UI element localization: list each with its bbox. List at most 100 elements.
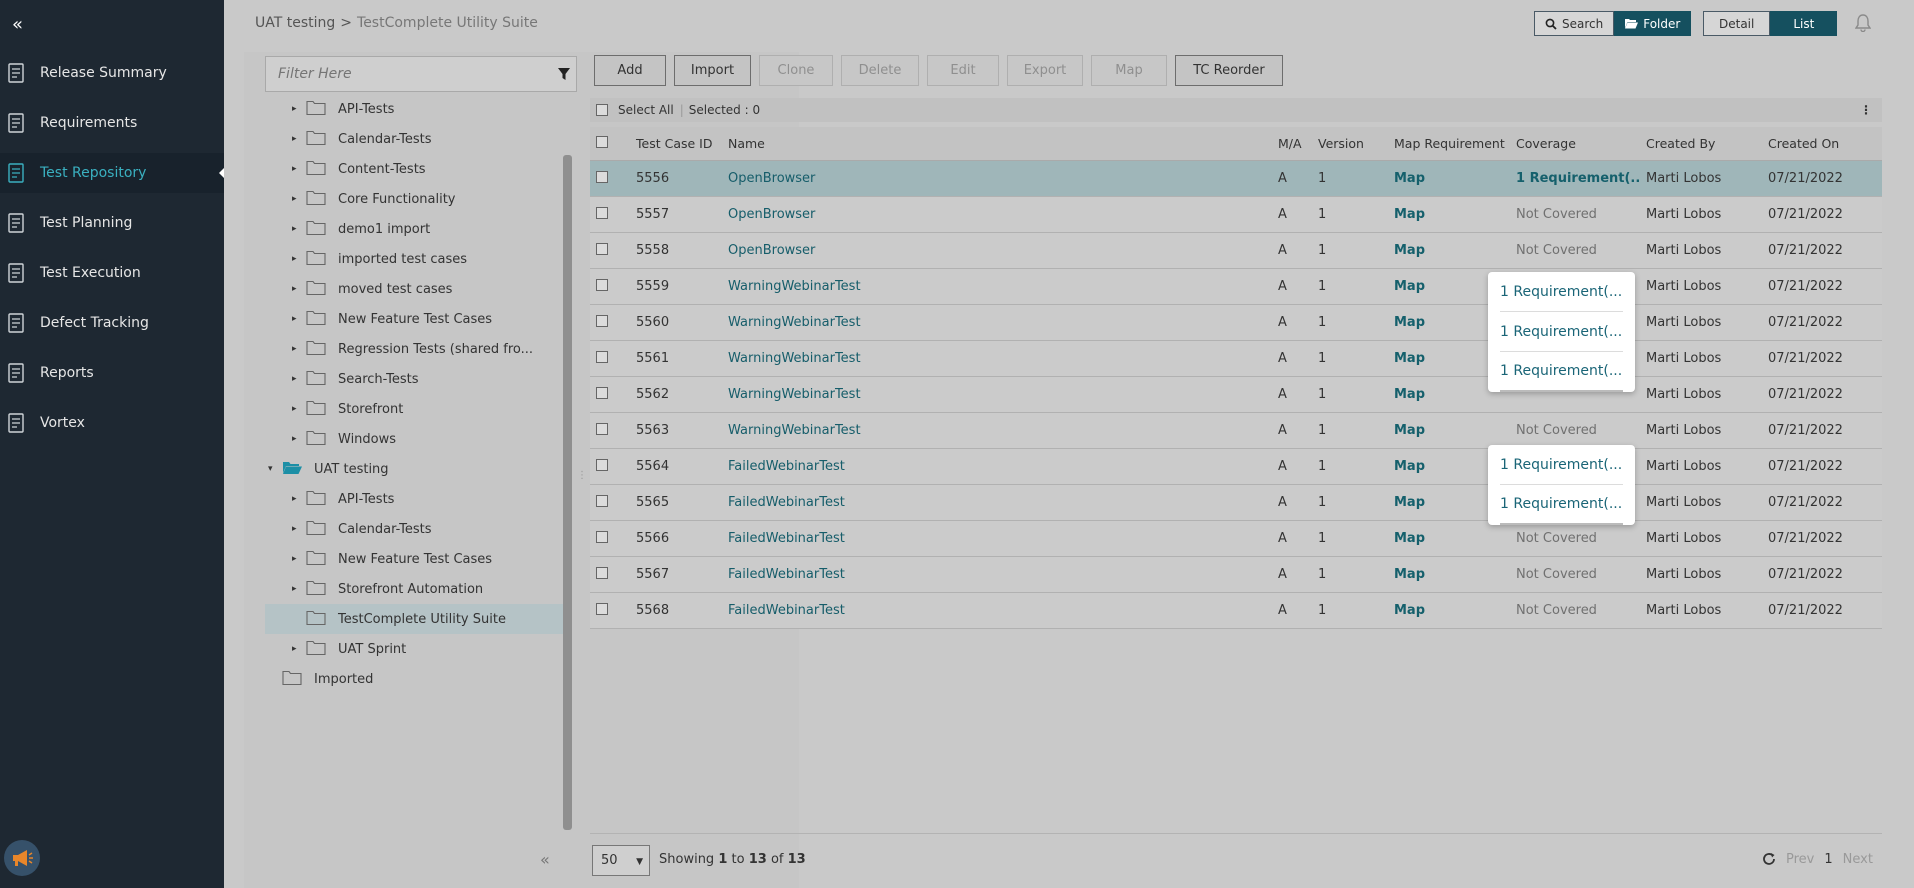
cell-name-link[interactable]: FailedWebinarTest <box>720 531 1272 546</box>
tree-node[interactable]: ▸ Calendar-Tests <box>292 124 562 154</box>
double-chevron-left-icon[interactable]: « <box>12 14 23 35</box>
caret-right-icon[interactable]: ▸ <box>292 584 306 594</box>
clone-button[interactable]: Clone <box>759 55 833 86</box>
caret-right-icon[interactable]: ▸ <box>292 524 306 534</box>
cell-name-link[interactable]: FailedWebinarTest <box>720 603 1272 618</box>
coverage-popup-item[interactable]: 1 Requirement(... <box>1500 352 1623 392</box>
row-checkbox[interactable] <box>596 350 608 363</box>
sidebar-item-defect-tracking[interactable]: Defect Tracking <box>0 303 224 343</box>
sidebar-item-test-execution[interactable]: Test Execution <box>0 253 224 293</box>
folder-button[interactable]: Folder <box>1614 11 1692 36</box>
caret-right-icon[interactable]: ▸ <box>292 314 306 324</box>
cell-name-link[interactable]: WarningWebinarTest <box>720 351 1272 366</box>
row-checkbox[interactable] <box>596 494 608 507</box>
caret-right-icon[interactable]: ▸ <box>292 194 306 204</box>
row-checkbox[interactable] <box>596 278 608 291</box>
table-row[interactable]: 5564 FailedWebinarTest A 1 Map Marti Lobos 07/… <box>590 449 1882 485</box>
cell-map-link[interactable]: Map <box>1388 243 1510 258</box>
caret-right-icon[interactable]: ▸ <box>292 284 306 294</box>
cell-map-link[interactable]: Map <box>1388 567 1510 582</box>
caret-down-icon[interactable]: ▾ <box>268 464 282 474</box>
breadcrumb-parent[interactable]: UAT testing <box>255 15 335 31</box>
sidebar-item-release-summary[interactable]: Release Summary <box>0 53 224 93</box>
sidebar-item-vortex[interactable]: Vortex <box>0 403 224 443</box>
caret-right-icon[interactable]: ▸ <box>292 134 306 144</box>
tree-node[interactable]: ▸ moved test cases <box>292 274 562 304</box>
tree-node[interactable]: ▸ API-Tests <box>292 484 562 514</box>
cell-name-link[interactable]: WarningWebinarTest <box>720 387 1272 402</box>
caret-right-icon[interactable]: ▸ <box>292 434 306 444</box>
edit-button[interactable]: Edit <box>927 55 999 86</box>
table-row[interactable]: 5559 WarningWebinarTest A 1 Map Marti Lobos 07… <box>590 269 1882 305</box>
tree-node[interactable]: ▸ demo1 import <box>292 214 562 244</box>
caret-right-icon[interactable]: ▸ <box>292 374 306 384</box>
row-checkbox[interactable] <box>596 530 608 543</box>
current-page[interactable]: 1 <box>1824 852 1832 870</box>
table-row[interactable]: 5561 WarningWebinarTest A 1 Map Marti Lobos 07… <box>590 341 1882 377</box>
row-checkbox[interactable] <box>596 422 608 435</box>
tree-node[interactable]: ▸ Core Functionality <box>292 184 562 214</box>
row-checkbox[interactable] <box>596 314 608 327</box>
refresh-icon[interactable] <box>1762 852 1776 870</box>
table-row[interactable]: 5565 FailedWebinarTest A 1 Map Marti Lobos 07/… <box>590 485 1882 521</box>
tree-node[interactable]: ▸ API-Tests <box>292 94 562 124</box>
import-button[interactable]: Import <box>674 55 751 86</box>
prev-page-button[interactable]: Prev <box>1786 852 1814 870</box>
tree-node[interactable]: ▾ UAT testing <box>268 454 538 484</box>
cell-name-link[interactable]: OpenBrowser <box>720 207 1272 222</box>
row-checkbox[interactable] <box>596 242 608 255</box>
sidebar-item-reports[interactable]: Reports <box>0 353 224 393</box>
table-row[interactable]: 5566 FailedWebinarTest A 1 Map Not Covered Mar… <box>590 521 1882 557</box>
row-checkbox[interactable] <box>596 170 608 183</box>
tree-node[interactable]: ▸ Storefront <box>292 394 562 424</box>
next-page-button[interactable]: Next <box>1843 852 1873 870</box>
caret-right-icon[interactable]: ▸ <box>292 494 306 504</box>
column-header-ma[interactable]: M/A <box>1272 136 1312 151</box>
sidebar-item-test-repository[interactable]: Test Repository <box>0 153 225 193</box>
tree-node[interactable]: ▸ Storefront Automation <box>292 574 562 604</box>
tree-node[interactable]: ▸ imported test cases <box>292 244 562 274</box>
delete-button[interactable]: Delete <box>841 55 919 86</box>
coverage-popup-item[interactable]: 1 Requirement(... <box>1500 312 1623 352</box>
tree-node[interactable]: ▸ Content-Tests <box>292 154 562 184</box>
filter-icon[interactable] <box>558 68 570 84</box>
map-button[interactable]: Map <box>1091 55 1167 86</box>
coverage-popup-item[interactable]: 1 Requirement(... <box>1500 445 1623 485</box>
tree-filter-input[interactable] <box>266 57 536 91</box>
list-view-button[interactable]: List <box>1770 11 1838 36</box>
tree-node[interactable]: ▸ Windows <box>292 424 562 454</box>
cell-name-link[interactable]: WarningWebinarTest <box>720 315 1272 330</box>
table-row[interactable]: 5563 WarningWebinarTest A 1 Map Not Covered Ma… <box>590 413 1882 449</box>
tree-node[interactable]: TestComplete Utility Suite <box>265 604 563 634</box>
search-button[interactable]: Search <box>1534 11 1615 36</box>
cell-map-link[interactable]: Map <box>1388 171 1510 186</box>
table-row[interactable]: 5568 FailedWebinarTest A 1 Map Not Covered Mar… <box>590 593 1882 629</box>
coverage-popup-item[interactable]: 1 Requirement(... <box>1500 272 1623 312</box>
more-options-icon[interactable]: ⋮ <box>1860 103 1872 117</box>
table-row[interactable]: 5556 OpenBrowser A 1 Map 1 Requirement(... Mar… <box>590 161 1882 197</box>
column-header-coverage[interactable]: Coverage <box>1510 136 1640 151</box>
caret-right-icon[interactable]: ▸ <box>292 164 306 174</box>
column-header-created-by[interactable]: Created By <box>1640 136 1762 151</box>
tree-node[interactable]: ▸ Regression Tests (shared fro... <box>292 334 562 364</box>
caret-right-icon[interactable]: ▸ <box>292 554 306 564</box>
table-row[interactable]: 5567 FailedWebinarTest A 1 Map Not Covered Mar… <box>590 557 1882 593</box>
bell-icon[interactable] <box>1854 14 1872 36</box>
tree-node[interactable]: ▸ Calendar-Tests <box>292 514 562 544</box>
tree-scrollbar[interactable] <box>563 155 572 830</box>
cell-name-link[interactable]: FailedWebinarTest <box>720 567 1272 582</box>
tc-reorder-button[interactable]: TC Reorder <box>1175 55 1283 86</box>
tree-node[interactable]: Imported <box>268 664 538 694</box>
column-header-version[interactable]: Version <box>1312 136 1388 151</box>
column-header-created-on[interactable]: Created On <box>1762 136 1872 151</box>
sidebar-item-test-planning[interactable]: Test Planning <box>0 203 224 243</box>
column-header-name[interactable]: Name <box>720 136 1272 151</box>
cell-name-link[interactable]: OpenBrowser <box>720 171 1272 186</box>
caret-right-icon[interactable]: ▸ <box>292 104 306 114</box>
caret-right-icon[interactable]: ▸ <box>292 224 306 234</box>
detail-view-button[interactable]: Detail <box>1703 11 1771 36</box>
page-size-select[interactable]: 50 ▼ <box>592 845 650 876</box>
megaphone-icon[interactable] <box>4 840 40 876</box>
export-button[interactable]: Export <box>1007 55 1083 86</box>
row-checkbox[interactable] <box>596 386 608 399</box>
